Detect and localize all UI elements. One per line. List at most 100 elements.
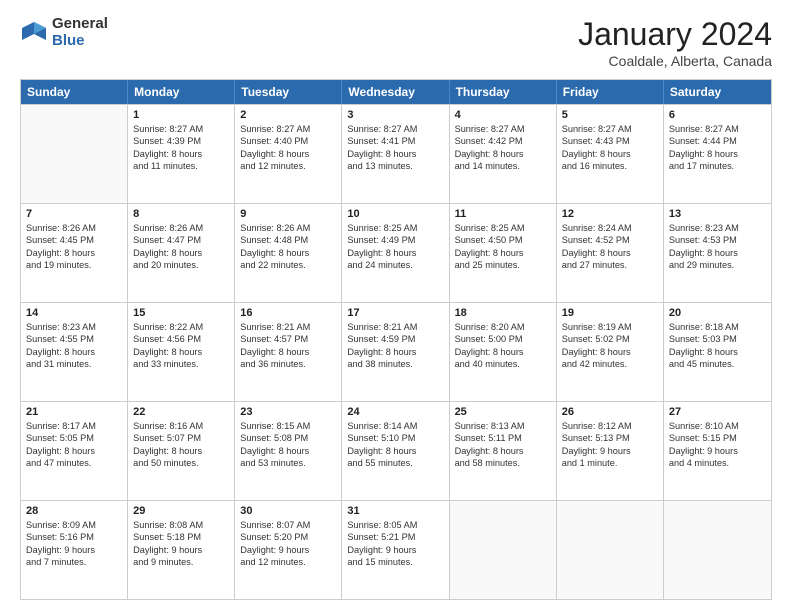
cell-info-line: and 4 minutes.	[669, 457, 766, 469]
day-cell-1: 1Sunrise: 8:27 AMSunset: 4:39 PMDaylight…	[128, 105, 235, 203]
logo-general-label: General	[52, 16, 108, 33]
cell-info-line: Sunset: 4:43 PM	[562, 135, 658, 147]
cell-info-line: and 27 minutes.	[562, 259, 658, 271]
cell-info-line: Daylight: 9 hours	[347, 544, 443, 556]
cell-info-line: Daylight: 8 hours	[240, 148, 336, 160]
cell-info-line: and 58 minutes.	[455, 457, 551, 469]
week-row-1: 1Sunrise: 8:27 AMSunset: 4:39 PMDaylight…	[21, 104, 771, 203]
day-number: 28	[26, 505, 122, 517]
day-cell-14: 14Sunrise: 8:23 AMSunset: 4:55 PMDayligh…	[21, 303, 128, 401]
cell-info-line: and 55 minutes.	[347, 457, 443, 469]
day-number: 24	[347, 406, 443, 418]
header-day-friday: Friday	[557, 80, 664, 104]
cell-info-line: Sunset: 5:20 PM	[240, 531, 336, 543]
calendar-header: SundayMondayTuesdayWednesdayThursdayFrid…	[21, 80, 771, 104]
day-cell-10: 10Sunrise: 8:25 AMSunset: 4:49 PMDayligh…	[342, 204, 449, 302]
cell-info-line: Daylight: 8 hours	[347, 445, 443, 457]
cell-info-line: Daylight: 8 hours	[562, 148, 658, 160]
cell-info-line: Sunset: 5:05 PM	[26, 432, 122, 444]
cell-info-line: Sunset: 4:47 PM	[133, 234, 229, 246]
cell-info-line: and 42 minutes.	[562, 358, 658, 370]
day-cell-2: 2Sunrise: 8:27 AMSunset: 4:40 PMDaylight…	[235, 105, 342, 203]
day-cell-3: 3Sunrise: 8:27 AMSunset: 4:41 PMDaylight…	[342, 105, 449, 203]
cell-info-line: Sunrise: 8:15 AM	[240, 420, 336, 432]
day-cell-18: 18Sunrise: 8:20 AMSunset: 5:00 PMDayligh…	[450, 303, 557, 401]
day-cell-31: 31Sunrise: 8:05 AMSunset: 5:21 PMDayligh…	[342, 501, 449, 599]
cell-info-line: Sunrise: 8:14 AM	[347, 420, 443, 432]
cell-info-line: Sunrise: 8:25 AM	[455, 222, 551, 234]
cell-info-line: and 31 minutes.	[26, 358, 122, 370]
cell-info-line: and 53 minutes.	[240, 457, 336, 469]
logo-text: General Blue	[52, 16, 108, 49]
cell-info-line: Sunset: 4:53 PM	[669, 234, 766, 246]
cell-info-line: and 20 minutes.	[133, 259, 229, 271]
cell-info-line: and 38 minutes.	[347, 358, 443, 370]
cell-info-line: Daylight: 9 hours	[26, 544, 122, 556]
day-number: 22	[133, 406, 229, 418]
day-number: 16	[240, 307, 336, 319]
cell-info-line: Sunset: 4:50 PM	[455, 234, 551, 246]
day-cell-27: 27Sunrise: 8:10 AMSunset: 5:15 PMDayligh…	[664, 402, 771, 500]
cell-info-line: Sunrise: 8:23 AM	[669, 222, 766, 234]
cell-info-line: Daylight: 8 hours	[133, 445, 229, 457]
cell-info-line: Daylight: 8 hours	[26, 445, 122, 457]
cell-info-line: Sunrise: 8:24 AM	[562, 222, 658, 234]
cell-info-line: Daylight: 9 hours	[669, 445, 766, 457]
day-cell-20: 20Sunrise: 8:18 AMSunset: 5:03 PMDayligh…	[664, 303, 771, 401]
day-number: 9	[240, 208, 336, 220]
cell-info-line: Sunset: 4:41 PM	[347, 135, 443, 147]
cell-info-line: Daylight: 8 hours	[455, 445, 551, 457]
cell-info-line: and 15 minutes.	[347, 556, 443, 568]
cell-info-line: and 33 minutes.	[133, 358, 229, 370]
cell-info-line: Daylight: 8 hours	[240, 247, 336, 259]
day-cell-21: 21Sunrise: 8:17 AMSunset: 5:05 PMDayligh…	[21, 402, 128, 500]
cell-info-line: Sunset: 5:15 PM	[669, 432, 766, 444]
header: General Blue January 2024 Coaldale, Albe…	[20, 16, 772, 69]
cell-info-line: and 47 minutes.	[26, 457, 122, 469]
week-row-3: 14Sunrise: 8:23 AMSunset: 4:55 PMDayligh…	[21, 302, 771, 401]
cell-info-line: Sunrise: 8:27 AM	[562, 123, 658, 135]
day-number: 6	[669, 109, 766, 121]
cell-info-line: Sunset: 5:02 PM	[562, 333, 658, 345]
day-cell-6: 6Sunrise: 8:27 AMSunset: 4:44 PMDaylight…	[664, 105, 771, 203]
cell-info-line: Sunset: 4:45 PM	[26, 234, 122, 246]
cell-info-line: Daylight: 9 hours	[240, 544, 336, 556]
cell-info-line: Sunset: 5:21 PM	[347, 531, 443, 543]
day-number: 12	[562, 208, 658, 220]
day-cell-16: 16Sunrise: 8:21 AMSunset: 4:57 PMDayligh…	[235, 303, 342, 401]
day-number: 2	[240, 109, 336, 121]
calendar-body: 1Sunrise: 8:27 AMSunset: 4:39 PMDaylight…	[21, 104, 771, 599]
cell-info-line: and 45 minutes.	[669, 358, 766, 370]
cell-info-line: and 16 minutes.	[562, 160, 658, 172]
empty-cell-4-4	[450, 501, 557, 599]
cell-info-line: Daylight: 8 hours	[347, 148, 443, 160]
cell-info-line: Sunset: 5:03 PM	[669, 333, 766, 345]
cell-info-line: Sunrise: 8:25 AM	[347, 222, 443, 234]
cell-info-line: Sunrise: 8:27 AM	[455, 123, 551, 135]
day-cell-13: 13Sunrise: 8:23 AMSunset: 4:53 PMDayligh…	[664, 204, 771, 302]
day-number: 4	[455, 109, 551, 121]
day-number: 30	[240, 505, 336, 517]
cell-info-line: Sunrise: 8:27 AM	[240, 123, 336, 135]
cell-info-line: Sunrise: 8:17 AM	[26, 420, 122, 432]
day-cell-15: 15Sunrise: 8:22 AMSunset: 4:56 PMDayligh…	[128, 303, 235, 401]
cell-info-line: Sunset: 4:55 PM	[26, 333, 122, 345]
day-number: 10	[347, 208, 443, 220]
cell-info-line: and 1 minute.	[562, 457, 658, 469]
month-title: January 2024	[578, 16, 772, 53]
day-cell-29: 29Sunrise: 8:08 AMSunset: 5:18 PMDayligh…	[128, 501, 235, 599]
week-row-2: 7Sunrise: 8:26 AMSunset: 4:45 PMDaylight…	[21, 203, 771, 302]
cell-info-line: Daylight: 8 hours	[669, 346, 766, 358]
cell-info-line: and 25 minutes.	[455, 259, 551, 271]
cell-info-line: and 24 minutes.	[347, 259, 443, 271]
day-number: 15	[133, 307, 229, 319]
cell-info-line: Daylight: 8 hours	[26, 247, 122, 259]
cell-info-line: and 29 minutes.	[669, 259, 766, 271]
cell-info-line: Sunrise: 8:16 AM	[133, 420, 229, 432]
cell-info-line: Sunrise: 8:19 AM	[562, 321, 658, 333]
header-day-sunday: Sunday	[21, 80, 128, 104]
day-cell-26: 26Sunrise: 8:12 AMSunset: 5:13 PMDayligh…	[557, 402, 664, 500]
cell-info-line: Daylight: 8 hours	[240, 346, 336, 358]
day-number: 25	[455, 406, 551, 418]
cell-info-line: and 40 minutes.	[455, 358, 551, 370]
